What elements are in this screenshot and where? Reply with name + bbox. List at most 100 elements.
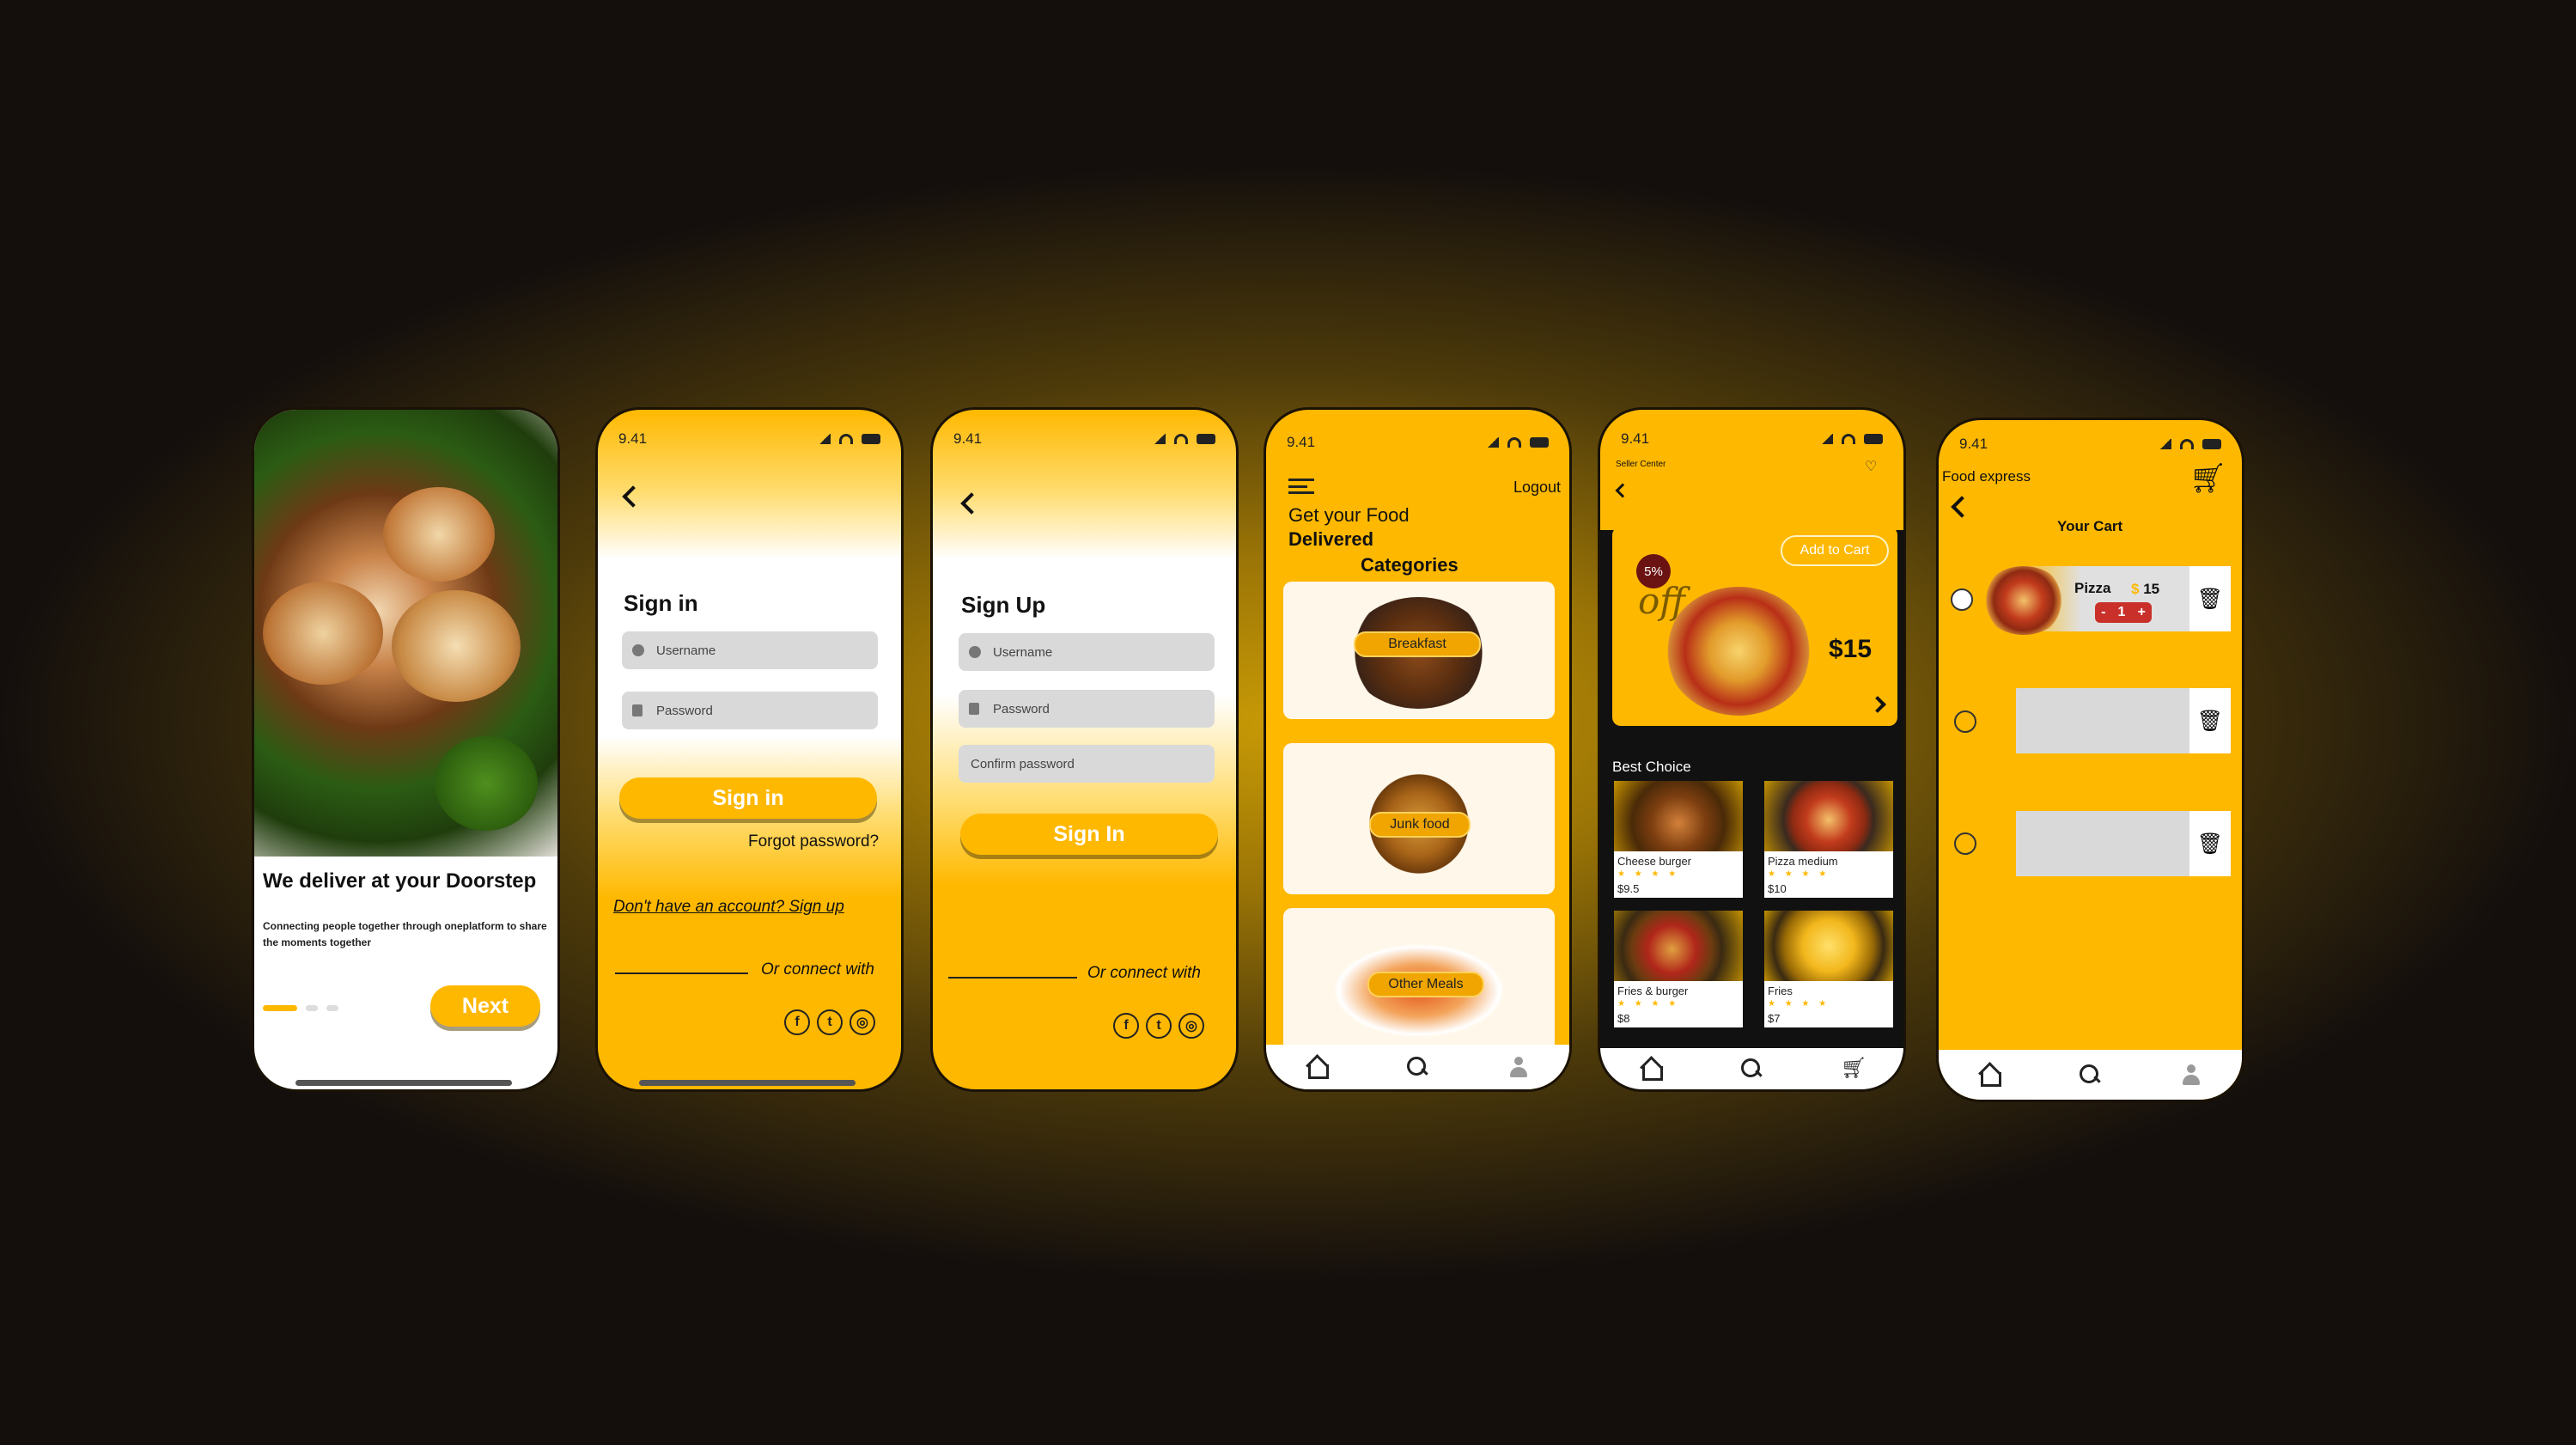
password-field[interactable]: Password <box>622 692 878 729</box>
currency-symbol: $ <box>2131 581 2140 597</box>
wifi-icon <box>2180 439 2194 449</box>
cart-item-radio[interactable] <box>1951 588 1973 611</box>
app-name: Food express <box>1942 468 2031 485</box>
facebook-icon[interactable]: f <box>1113 1013 1139 1039</box>
category-label: Other Meals <box>1367 972 1484 997</box>
chevron-right-icon[interactable] <box>1869 696 1886 713</box>
plus-button[interactable]: + <box>2138 605 2146 620</box>
search-icon[interactable] <box>1405 1055 1429 1079</box>
home-headline-1: Get your Food <box>1288 504 1410 526</box>
food-image <box>1614 781 1743 851</box>
category-card-breakfast[interactable]: Breakfast <box>1283 582 1555 719</box>
food-price: $7 <box>1768 1012 1781 1025</box>
categories-title: Categories <box>1361 554 1459 576</box>
trash-icon: 🗑︎ <box>2196 709 2224 733</box>
signal-icon <box>1487 437 1499 448</box>
signup-link[interactable]: Don't have an account? Sign up <box>613 898 844 917</box>
home-icon[interactable] <box>1305 1055 1329 1079</box>
trash-icon: 🗑︎ <box>2196 587 2224 611</box>
username-placeholder: Username <box>656 643 716 658</box>
food-card-cheese-burger[interactable]: Cheese burger ★ ★ ★ ★ $9.5 <box>1614 781 1743 898</box>
category-label: Junk food <box>1369 812 1471 838</box>
back-arrow-icon[interactable] <box>1951 496 1973 518</box>
twitter-icon[interactable]: t <box>817 1009 843 1035</box>
signal-icon <box>1821 434 1833 444</box>
user-icon <box>632 644 644 656</box>
pizza-image <box>1666 587 1812 716</box>
confirm-password-field[interactable]: Confirm password <box>959 745 1215 783</box>
cart-item-radio[interactable] <box>1954 710 1976 733</box>
status-time: 9.41 <box>1287 434 1316 450</box>
home-icon[interactable] <box>1977 1063 2001 1087</box>
delete-item-button[interactable]: 🗑︎ <box>2189 566 2231 631</box>
social-links: f t ◎ <box>1113 1013 1204 1039</box>
status-bar: 9.41 <box>1621 430 1883 453</box>
cart-icon[interactable]: 🛒︎ <box>1841 1057 1867 1081</box>
logout-link[interactable]: Logout <box>1513 479 1561 497</box>
next-button[interactable]: Next <box>430 985 540 1027</box>
food-price: $9.5 <box>1617 882 1640 895</box>
minus-button[interactable]: - <box>2101 605 2105 620</box>
battery-icon <box>1197 434 1215 444</box>
heart-icon[interactable]: ♡ <box>1865 458 1877 475</box>
back-arrow-icon[interactable] <box>960 492 983 515</box>
status-bar: 9.41 <box>1959 436 2221 458</box>
trash-icon: 🗑︎ <box>2196 832 2224 856</box>
confirm-password-placeholder: Confirm password <box>971 756 1075 771</box>
best-choice-title: Best Choice <box>1612 759 1691 775</box>
sign-up-button[interactable]: Sign In <box>960 814 1218 855</box>
user-icon[interactable] <box>1507 1055 1531 1079</box>
page-indicator <box>263 1005 338 1011</box>
back-arrow-icon[interactable] <box>622 485 644 508</box>
seller-center-label: Seller Center <box>1616 460 1666 469</box>
signal-icon <box>1154 434 1166 444</box>
bottom-nav: 🛒︎ <box>1600 1048 1903 1089</box>
add-to-cart-button[interactable]: Add to Cart <box>1781 535 1889 566</box>
food-name: Fries <box>1768 985 1793 997</box>
lock-icon <box>632 704 642 716</box>
food-image <box>1764 911 1893 981</box>
food-name: Pizza medium <box>1768 855 1838 868</box>
food-name: Fries & burger <box>1617 985 1689 997</box>
instagram-icon[interactable]: ◎ <box>850 1009 875 1035</box>
food-card-fries[interactable]: Fries ★ ★ ★ ★ $7 <box>1764 911 1893 1027</box>
divider-line <box>615 972 748 974</box>
search-icon[interactable] <box>1739 1057 1763 1081</box>
forgot-password-link[interactable]: Forgot password? <box>748 832 879 851</box>
battery-icon <box>1530 437 1549 448</box>
user-icon[interactable] <box>2179 1063 2203 1087</box>
menu-icon[interactable] <box>1288 479 1314 494</box>
onboarding-headline: We deliver at your Doorstep <box>263 869 537 893</box>
delete-item-button[interactable]: 🗑︎ <box>2189 688 2231 753</box>
sign-up-title: Sign Up <box>961 592 1046 618</box>
delete-item-button[interactable]: 🗑︎ <box>2189 811 2231 876</box>
home-icon[interactable] <box>1639 1057 1663 1081</box>
facebook-icon[interactable]: f <box>784 1009 810 1035</box>
food-card-pizza-medium[interactable]: Pizza medium ★ ★ ★ ★ $10 <box>1764 781 1893 898</box>
username-field[interactable]: Username <box>959 633 1215 671</box>
user-icon <box>969 646 981 658</box>
password-field[interactable]: Password <box>959 690 1215 728</box>
cart-item-radio[interactable] <box>1954 832 1976 855</box>
broccoli <box>435 736 538 831</box>
password-placeholder: Password <box>656 703 713 718</box>
sign-in-screen: 9.41 Sign in Username Password Sign in F… <box>595 407 904 1092</box>
category-card-other-meals[interactable]: Other Meals <box>1283 908 1555 1059</box>
cart-icon[interactable]: 🛒︎ <box>2189 461 2226 496</box>
food-card-fries-burger[interactable]: Fries & burger ★ ★ ★ ★ $8 <box>1614 911 1743 1027</box>
category-label: Breakfast <box>1354 631 1481 657</box>
food-price: $10 <box>1768 882 1787 895</box>
status-time: 9.41 <box>618 430 648 447</box>
page-dot <box>306 1005 318 1011</box>
username-field[interactable]: Username <box>622 631 878 669</box>
sign-in-button[interactable]: Sign in <box>619 777 877 819</box>
food-rating: ★ ★ ★ ★ <box>1768 999 1830 1009</box>
twitter-icon[interactable]: t <box>1146 1013 1172 1039</box>
battery-icon <box>2202 439 2221 449</box>
food-rating: ★ ★ ★ ★ <box>1617 869 1680 879</box>
status-bar: 9.41 <box>618 430 880 453</box>
wifi-icon <box>1507 437 1521 448</box>
instagram-icon[interactable]: ◎ <box>1178 1013 1204 1039</box>
search-icon[interactable] <box>2078 1063 2102 1087</box>
category-card-junk-food[interactable]: Junk food <box>1283 743 1555 894</box>
